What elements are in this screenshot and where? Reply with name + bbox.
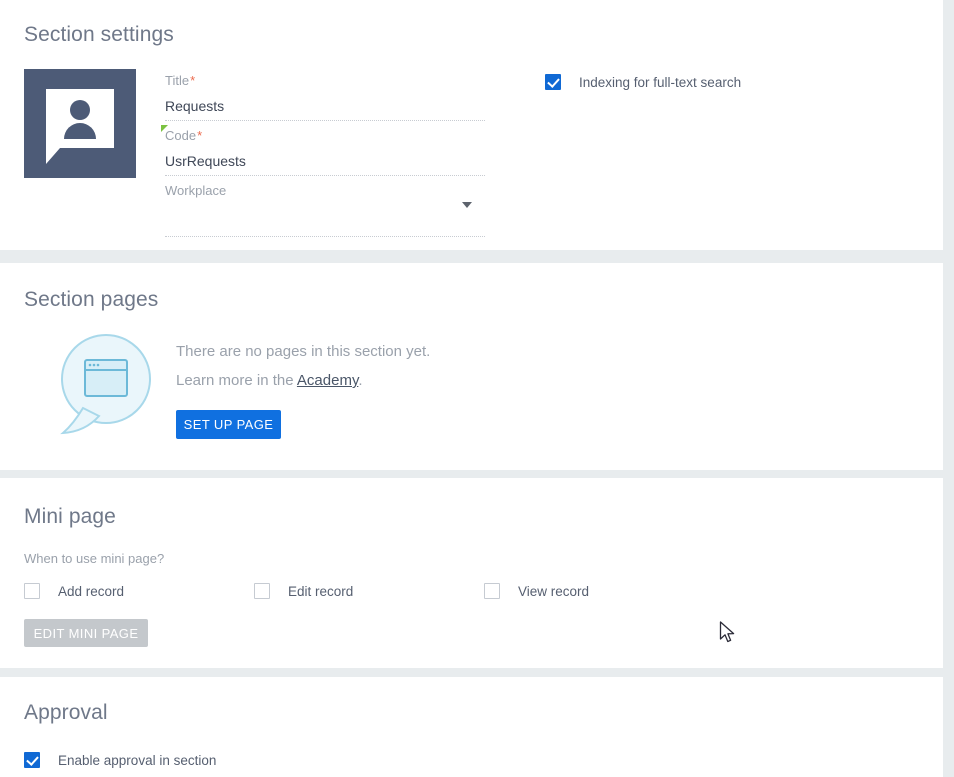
edit-mini-page-button[interactable]: EDIT MINI PAGE	[24, 619, 148, 647]
section-pages-empty-message: There are no pages in this section yet. …	[176, 337, 430, 395]
title-required-marker: *	[190, 73, 196, 88]
title-label-text: Title	[165, 73, 190, 88]
indexing-checkbox-label: Indexing for full-text search	[579, 74, 742, 90]
view-record-label: View record	[518, 583, 590, 599]
empty-message-line-2: Learn more in the Academy.	[176, 366, 430, 395]
mini-page-heading: Mini page	[24, 505, 116, 528]
section-pages-heading: Section pages	[24, 288, 159, 311]
code-field[interactable]: Code* UsrRequests	[161, 125, 485, 176]
workplace-field-label: Workplace	[165, 183, 227, 199]
title-field-label: Title*	[165, 73, 195, 89]
enable-approval-label: Enable approval in section	[58, 752, 217, 768]
code-required-marker: *	[197, 128, 203, 143]
code-modified-marker-icon	[161, 125, 168, 132]
section-avatar-speech-bubble-icon[interactable]	[24, 69, 136, 178]
code-field-value[interactable]: UsrRequests	[165, 151, 485, 171]
edit-record-label: Edit record	[288, 583, 354, 599]
mini-page-hint: When to use mini page?	[24, 551, 165, 566]
empty-message-prefix: Learn more in the	[176, 372, 297, 389]
title-field-value[interactable]: Requests	[165, 96, 485, 116]
indexing-checkbox-row[interactable]: Indexing for full-text search	[545, 74, 741, 90]
mini-page-option-view-record[interactable]: View record	[484, 583, 589, 599]
add-record-label: Add record	[58, 583, 125, 599]
settings-page: Section settings Title* Requests Code* U…	[0, 0, 954, 777]
section-settings-heading: Section settings	[24, 23, 174, 46]
code-field-label: Code*	[161, 125, 203, 144]
mini-page-option-edit-record[interactable]: Edit record	[254, 583, 353, 599]
chevron-down-icon[interactable]	[462, 202, 472, 208]
edit-record-checkbox[interactable]	[254, 583, 270, 599]
empty-message-suffix: .	[358, 372, 363, 389]
mini-page-option-add-record[interactable]: Add record	[24, 583, 124, 599]
workplace-label-text: Workplace	[165, 183, 227, 198]
workplace-field[interactable]: Workplace	[165, 182, 485, 237]
add-record-checkbox[interactable]	[24, 583, 40, 599]
title-field[interactable]: Title* Requests	[165, 72, 485, 121]
enable-approval-checkbox[interactable]	[24, 752, 40, 768]
empty-message-line-1: There are no pages in this section yet.	[176, 343, 431, 360]
code-label-text: Code	[165, 128, 197, 143]
workplace-field-value[interactable]	[165, 206, 485, 232]
speech-bubble-window-icon	[57, 332, 155, 442]
academy-link[interactable]: Academy	[297, 372, 358, 389]
title-field-underline	[165, 119, 485, 121]
approval-checkbox-row[interactable]: Enable approval in section	[24, 752, 216, 768]
approval-heading: Approval	[24, 701, 108, 724]
section-settings-panel: Section settings Title* Requests Code* U…	[0, 0, 943, 250]
code-field-underline	[165, 174, 485, 176]
indexing-checkbox[interactable]	[545, 74, 561, 90]
view-record-checkbox[interactable]	[484, 583, 500, 599]
set-up-page-button[interactable]: SET UP PAGE	[176, 410, 281, 439]
workplace-field-underline	[165, 235, 485, 237]
